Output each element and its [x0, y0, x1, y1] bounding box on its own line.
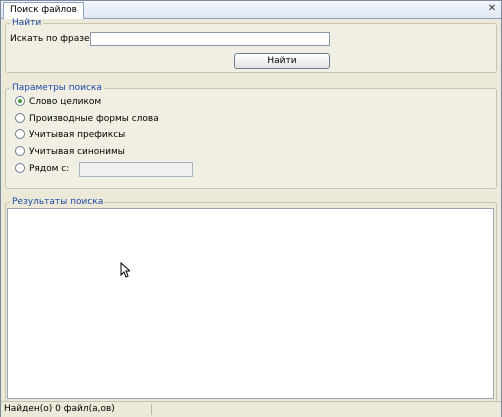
- option-label: Рядом с:: [29, 164, 70, 174]
- search-files-window: Поиск файлов ✕ Найти Искать по фразе: На…: [0, 0, 502, 417]
- find-button[interactable]: Найти: [234, 53, 330, 69]
- results-legend: Результаты поиска: [12, 197, 104, 207]
- radio-button-checked[interactable]: [15, 96, 25, 106]
- results-list[interactable]: [7, 208, 494, 399]
- status-bar: Найден(о) 0 файл(а,ов): [1, 401, 501, 417]
- option-label: Производные формы слова: [29, 114, 159, 124]
- radio-button[interactable]: [15, 146, 25, 156]
- option-derived-forms[interactable]: Производные формы слова: [15, 112, 165, 126]
- find-group-legend: Найти: [12, 18, 42, 28]
- tab-search-files[interactable]: Поиск файлов: [3, 2, 84, 19]
- near-input[interactable]: [79, 162, 193, 177]
- option-synonyms[interactable]: Учитывая синонимы: [15, 145, 135, 159]
- tab-strip: Поиск файлов ✕: [1, 1, 501, 19]
- radio-button[interactable]: [15, 129, 25, 139]
- option-near[interactable]: Рядом с:: [15, 162, 75, 176]
- search-phrase-label: Искать по фразе:: [10, 34, 93, 44]
- search-phrase-input[interactable]: [90, 32, 330, 46]
- mouse-cursor-icon: [120, 262, 130, 278]
- search-params-legend: Параметры поиска: [12, 83, 102, 93]
- option-label: Учитывая префиксы: [29, 130, 126, 140]
- status-divider: [151, 404, 152, 415]
- status-text: Найден(о) 0 файл(а,ов): [4, 404, 115, 414]
- radio-button[interactable]: [15, 163, 25, 173]
- close-icon[interactable]: ✕: [486, 2, 498, 16]
- option-whole-word[interactable]: Слово целиком: [15, 95, 135, 109]
- option-label: Слово целиком: [29, 97, 102, 107]
- option-prefixes[interactable]: Учитывая префиксы: [15, 128, 135, 142]
- radio-button[interactable]: [15, 113, 25, 123]
- option-label: Учитывая синонимы: [29, 147, 125, 157]
